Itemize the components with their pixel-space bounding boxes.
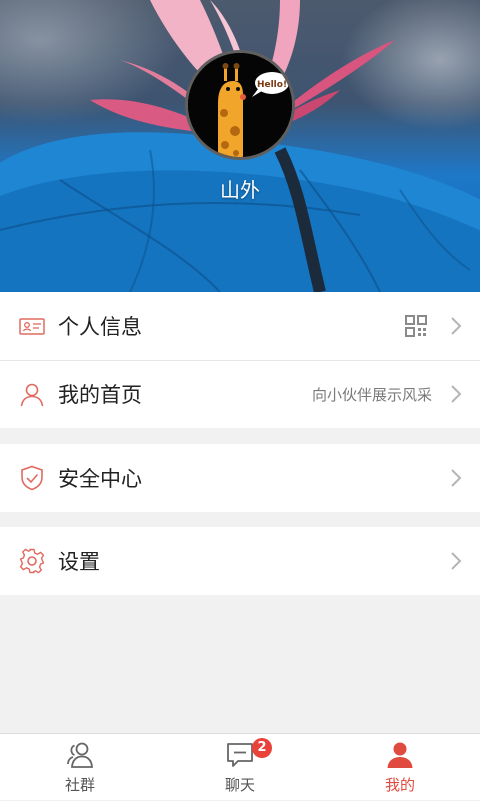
tab-label-mine: 我的 — [384, 776, 415, 794]
chevron-right-icon — [451, 469, 462, 487]
giraffe-avatar-image: Hello! — [188, 53, 292, 157]
chevron-right-icon — [451, 552, 462, 570]
gear-icon — [19, 548, 45, 574]
username: 山外 — [220, 178, 260, 202]
menu-group-settings: 设置 — [0, 527, 480, 595]
bottom-tab-bar: 社群 聊天 2 我的 — [0, 733, 480, 800]
unread-badge: 2 — [252, 738, 272, 758]
tab-label-community: 社群 — [64, 776, 95, 794]
tab-community[interactable]: 社群 — [0, 734, 160, 801]
menu-group-profile: 个人信息 我的首页 向小伙伴展示风采 — [0, 292, 480, 428]
menu-item-settings[interactable]: 设置 — [0, 527, 480, 595]
chevron-right-icon — [451, 385, 462, 403]
tab-mine[interactable]: 我的 — [320, 734, 480, 801]
homepage-hint: 向小伙伴展示风采 — [311, 385, 432, 404]
user-icon — [20, 383, 44, 407]
profile-cover: Hello! 山外 — [0, 0, 480, 292]
qr-code-icon[interactable] — [404, 314, 428, 338]
tab-chat[interactable]: 聊天 2 — [160, 734, 320, 801]
chat-icon — [227, 743, 253, 767]
menu-item-my-homepage[interactable]: 我的首页 向小伙伴展示风采 — [0, 360, 480, 428]
menu-label-settings: 设置 — [58, 550, 100, 574]
avatar-bubble-text: Hello! — [257, 80, 287, 90]
menu-item-security-center[interactable]: 安全中心 — [0, 444, 480, 512]
avatar[interactable]: Hello! — [185, 50, 295, 160]
tab-label-chat: 聊天 — [224, 776, 255, 794]
menu-group-security: 安全中心 — [0, 444, 480, 512]
menu-label-security-center: 安全中心 — [58, 467, 142, 491]
shield-check-icon — [21, 465, 43, 491]
id-card-icon — [19, 318, 45, 335]
chevron-right-icon — [451, 317, 462, 335]
person-icon — [387, 742, 413, 768]
group-icon — [67, 742, 93, 768]
menu-item-personal-info[interactable]: 个人信息 — [0, 292, 480, 360]
menu-label-my-homepage: 我的首页 — [58, 383, 142, 407]
menu-label-personal-info: 个人信息 — [58, 315, 142, 339]
